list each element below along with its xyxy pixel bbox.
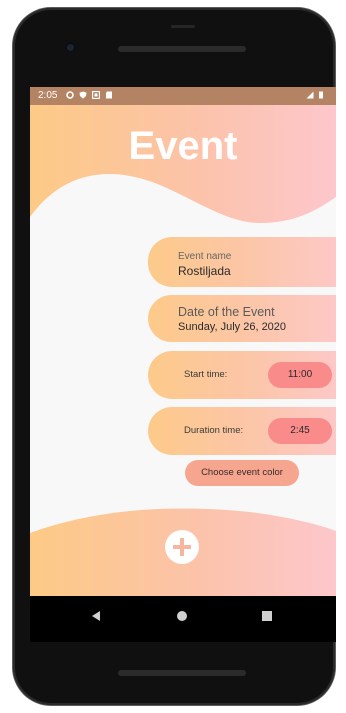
app-screen: 2:05 Event Event name Rostiljada Date of… [30,87,336,642]
notification-icon [92,91,100,99]
status-bar: 2:05 [30,87,336,105]
sd-card-icon [106,91,112,99]
signal-icon [306,91,314,99]
home-icon[interactable] [176,610,188,622]
event-date-value: Sunday, July 26, 2020 [178,321,287,333]
start-time-button[interactable]: 11:00 [268,362,332,388]
plus-icon [173,538,191,556]
duration-time-button[interactable]: 2:45 [268,418,332,444]
system-nav-bar [30,596,336,642]
event-name-value: Rostiljada [178,264,231,278]
start-time-label: Start time: [184,369,228,380]
duration-time-label: Duration time: [184,425,244,436]
event-name-label: Event name [178,251,232,262]
front-camera [65,42,76,53]
event-name-field[interactable]: Event name Rostiljada [148,237,336,287]
recents-icon[interactable] [261,610,273,622]
page-title: Event [128,124,238,168]
earpiece-slot [171,25,195,28]
duration-time-row: Duration time: 2:45 [148,407,336,455]
event-date-field[interactable]: Date of the Event Sunday, July 26, 2020 [148,295,336,342]
top-speaker [118,46,246,52]
start-time-row: Start time: 11:00 [148,351,336,399]
add-event-button[interactable] [165,530,199,564]
status-time: 2:05 [38,90,58,101]
choose-color-button[interactable]: Choose event color [185,460,299,486]
bottom-speaker [118,670,246,676]
event-date-label: Date of the Event [178,305,275,319]
shield-icon [79,91,87,99]
back-icon[interactable] [90,610,102,622]
battery-icon [319,91,323,99]
settings-icon [66,91,74,99]
